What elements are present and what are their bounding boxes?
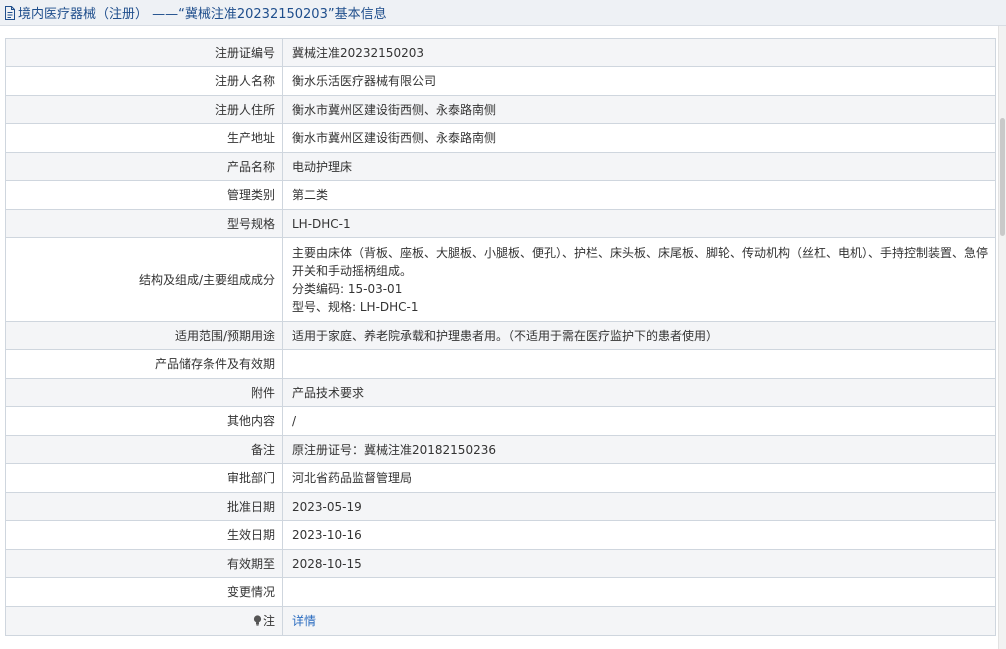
field-value: 主要由床体（背板、座板、大腿板、小腿板、便孔）、护栏、床头板、床尾板、脚轮、传动… (282, 237, 996, 322)
table-row: 附件 产品技术要求 (5, 378, 996, 407)
table-row: 有效期至 2028-10-15 (5, 549, 996, 578)
vertical-scrollbar[interactable] (998, 26, 1006, 649)
field-value: 适用于家庭、养老院承载和护理患者用。（不适用于需在医疗监护下的患者使用） (282, 321, 996, 350)
page-title-text: 境内医疗器械（注册） ——“冀械注准20232150203”基本信息 (18, 7, 387, 22)
table-row: 结构及组成/主要组成成分 主要由床体（背板、座板、大腿板、小腿板、便孔）、护栏、… (5, 237, 996, 322)
field-label: 变更情况 (5, 577, 283, 607)
field-value: 河北省药品监督管理局 (282, 463, 996, 493)
table-row: 注 详情 (5, 606, 996, 636)
lightbulb-icon (253, 613, 262, 626)
field-label: 产品储存条件及有效期 (5, 349, 283, 379)
field-value: 冀械注准20232150203 (282, 38, 996, 67)
field-label: 注册人住所 (5, 95, 283, 124)
scrollbar-thumb[interactable] (1000, 118, 1005, 236)
table-row: 备注 原注册证号：冀械注准20182150236 (5, 435, 996, 464)
note-label: 注 (262, 614, 275, 628)
details-link[interactable]: 详情 (292, 614, 316, 628)
field-label: 适用范围/预期用途 (5, 321, 283, 350)
table-row: 注册人住所 衡水市冀州区建设街西侧、永泰路南侧 (5, 95, 996, 124)
field-label: 审批部门 (5, 463, 283, 493)
field-value: 2023-10-16 (282, 520, 996, 550)
table-row: 型号规格 LH-DHC-1 (5, 209, 996, 238)
field-value: LH-DHC-1 (282, 209, 996, 238)
field-value (282, 577, 996, 607)
field-value: 衡水乐活医疗器械有限公司 (282, 66, 996, 96)
field-label: 备注 (5, 435, 283, 464)
field-label: 注册人名称 (5, 66, 283, 96)
field-value: 2028-10-15 (282, 549, 996, 578)
table-row: 产品储存条件及有效期 (5, 349, 996, 379)
table-row: 注册证编号 冀械注准20232150203 (5, 38, 996, 67)
structure-description: 主要由床体（背板、座板、大腿板、小腿板、便孔）、护栏、床头板、床尾板、脚轮、传动… (292, 245, 989, 278)
field-value: 产品技术要求 (282, 378, 996, 407)
model-spec: 型号、规格: LH-DHC-1 (292, 299, 419, 314)
field-label: 附件 (5, 378, 283, 407)
table-row: 产品名称 电动护理床 (5, 152, 996, 181)
field-value: 电动护理床 (282, 152, 996, 181)
table-row: 生产地址 衡水市冀州区建设街西侧、永泰路南侧 (5, 123, 996, 153)
field-label: 型号规格 (5, 209, 283, 238)
field-value (282, 349, 996, 379)
field-label: 产品名称 (5, 152, 283, 181)
page-title: 境内医疗器械（注册） ——“冀械注准20232150203”基本信息 (4, 3, 387, 22)
field-value: 衡水市冀州区建设街西侧、永泰路南侧 (282, 123, 996, 153)
field-label: 注册证编号 (5, 38, 283, 67)
field-label: 有效期至 (5, 549, 283, 578)
field-label: 管理类别 (5, 180, 283, 210)
table-row: 适用范围/预期用途 适用于家庭、养老院承载和护理患者用。（不适用于需在医疗监护下… (5, 321, 996, 350)
table-row: 注册人名称 衡水乐活医疗器械有限公司 (5, 66, 996, 96)
field-value: / (282, 406, 996, 436)
info-table: 注册证编号 冀械注准20232150203 注册人名称 衡水乐活医疗器械有限公司… (5, 38, 996, 636)
document-icon (4, 6, 16, 20)
table-row: 变更情况 (5, 577, 996, 607)
page: 境内医疗器械（注册） ——“冀械注准20232150203”基本信息 注册证编号… (0, 0, 1006, 649)
table-row: 生效日期 2023-10-16 (5, 520, 996, 550)
header-bar: 境内医疗器械（注册） ——“冀械注准20232150203”基本信息 (0, 0, 1006, 26)
field-value: 2023-05-19 (282, 492, 996, 521)
field-label: 注 (5, 606, 283, 636)
field-label: 生效日期 (5, 520, 283, 550)
table-row: 管理类别 第二类 (5, 180, 996, 210)
field-value: 详情 (282, 606, 996, 636)
table-row: 审批部门 河北省药品监督管理局 (5, 463, 996, 493)
field-label: 结构及组成/主要组成成分 (5, 237, 283, 322)
field-label: 其他内容 (5, 406, 283, 436)
field-value: 原注册证号：冀械注准20182150236 (282, 435, 996, 464)
table-row: 批准日期 2023-05-19 (5, 492, 996, 521)
field-label: 生产地址 (5, 123, 283, 153)
field-value: 第二类 (282, 180, 996, 210)
classification-code: 分类编码: 15-03-01 (292, 281, 403, 296)
table-row: 其他内容 / (5, 406, 996, 436)
field-label: 批准日期 (5, 492, 283, 521)
field-value: 衡水市冀州区建设街西侧、永泰路南侧 (282, 95, 996, 124)
